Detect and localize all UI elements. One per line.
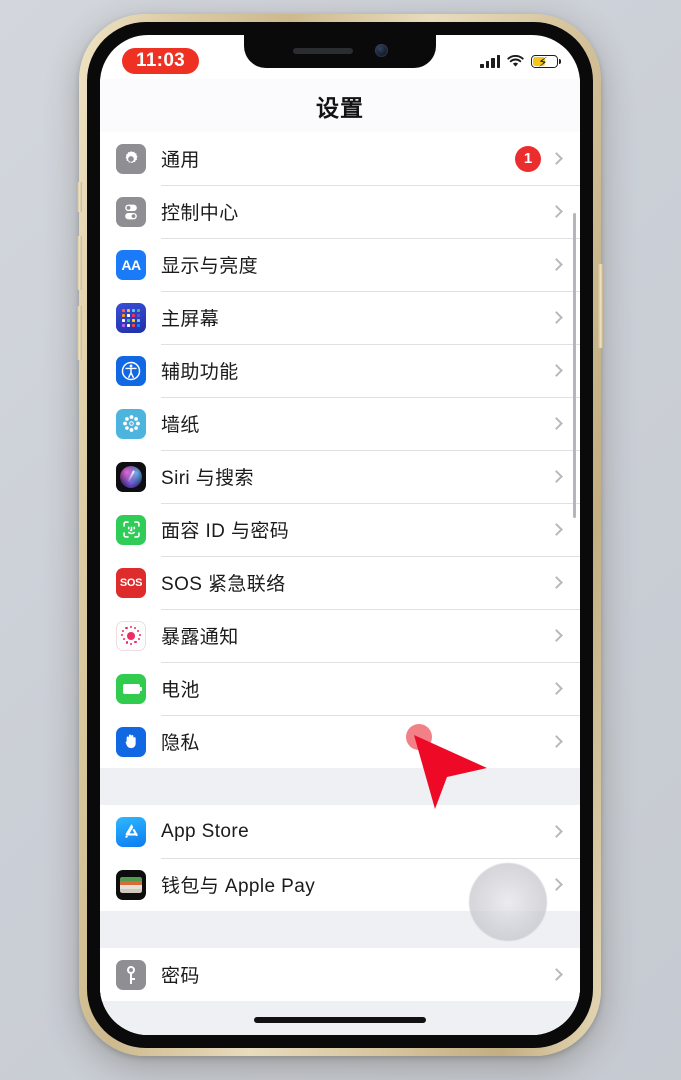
volume-down-button[interactable] xyxy=(77,306,82,360)
sidebar-item-control-center[interactable]: 控制中心 xyxy=(100,185,580,238)
sidebar-item-label: 密码 xyxy=(161,966,200,987)
sidebar-item-siri-search[interactable]: Siri 与搜索 xyxy=(100,450,580,503)
sidebar-item-label: 辅助功能 xyxy=(161,362,239,383)
face-id-icon xyxy=(116,514,146,545)
sidebar-item-label: 墙纸 xyxy=(161,415,200,436)
chevron-right-icon xyxy=(550,258,563,271)
sos-icon: SOS xyxy=(116,567,146,598)
sidebar-item-label: 主屏幕 xyxy=(161,309,220,330)
battery-charging-icon: ⚡ xyxy=(531,54,562,69)
sidebar-item-home-screen[interactable]: 主屏幕 xyxy=(100,291,580,344)
sidebar-item-label: Siri 与搜索 xyxy=(161,468,254,489)
sidebar-item-exposure-notifications[interactable]: 暴露通知 xyxy=(100,609,580,662)
recording-time-pill[interactable]: 11:03 xyxy=(122,48,200,74)
row-accessories xyxy=(550,682,580,695)
row-accessories xyxy=(550,576,580,589)
exposure-notification-icon xyxy=(116,620,146,651)
wallet-icon xyxy=(116,869,146,900)
chevron-right-icon xyxy=(550,682,563,695)
home-screen-icon xyxy=(116,302,146,333)
earpiece-speaker-icon xyxy=(292,47,353,54)
page-title: 设置 xyxy=(316,94,364,121)
status-icons: ⚡ xyxy=(480,54,562,69)
assistive-touch-button[interactable] xyxy=(469,863,547,941)
chevron-right-icon xyxy=(550,629,563,642)
front-camera-icon xyxy=(374,44,388,57)
sidebar-item-app-store[interactable]: App Store xyxy=(100,805,580,858)
chevron-right-icon xyxy=(550,523,563,536)
sidebar-item-accessibility[interactable]: 辅助功能 xyxy=(100,344,580,397)
chevron-right-icon xyxy=(550,470,563,483)
sidebar-item-face-id-passcode[interactable]: 面容 ID 与密码 xyxy=(100,503,580,556)
sidebar-item-passwords[interactable]: 密码 xyxy=(100,948,580,1001)
home-indicator[interactable] xyxy=(254,1017,426,1023)
cellular-signal-icon xyxy=(480,55,500,68)
sidebar-item-privacy[interactable]: 隐私 xyxy=(100,715,580,768)
device-bezel: 11:03 ⚡ 设置 通用 1 控制中心 AA 显示与亮度 主屏幕 辅助功能 墙… xyxy=(87,22,593,1048)
row-accessories xyxy=(550,735,580,748)
chevron-right-icon xyxy=(550,878,563,891)
chevron-right-icon xyxy=(550,735,563,748)
row-accessories xyxy=(550,825,580,838)
sidebar-item-label: 暴露通知 xyxy=(161,627,239,648)
sidebar-item-battery[interactable]: 电池 xyxy=(100,662,580,715)
sidebar-item-label: 隐私 xyxy=(161,733,200,754)
row-accessories xyxy=(550,523,580,536)
wifi-icon xyxy=(507,55,524,67)
row-accessories xyxy=(550,878,580,891)
notch xyxy=(244,35,436,68)
sidebar-item-wallpaper[interactable]: 墙纸 xyxy=(100,397,580,450)
settings-group-passwords: 密码 xyxy=(100,948,580,1001)
sidebar-item-label: 控制中心 xyxy=(161,203,239,224)
passwords-key-icon xyxy=(116,959,146,990)
sidebar-item-general[interactable]: 通用 1 xyxy=(100,132,580,185)
chevron-right-icon xyxy=(550,576,563,589)
control-center-icon xyxy=(116,196,146,227)
chevron-right-icon xyxy=(550,152,563,165)
row-accessories xyxy=(550,629,580,642)
sidebar-item-display-brightness[interactable]: AA 显示与亮度 xyxy=(100,238,580,291)
chevron-right-icon xyxy=(550,205,563,218)
app-store-icon xyxy=(116,816,146,847)
sidebar-item-label: 通用 xyxy=(161,150,200,171)
row-accessories: 1 xyxy=(515,145,580,172)
gear-icon xyxy=(116,143,146,174)
sidebar-item-label: App Store xyxy=(161,820,250,842)
row-accessories xyxy=(550,968,580,981)
mute-switch[interactable] xyxy=(77,182,82,212)
status-badge: 1 xyxy=(515,145,541,172)
siri-icon xyxy=(116,461,146,492)
wallpaper-icon xyxy=(116,408,146,439)
sidebar-item-label: 显示与亮度 xyxy=(161,256,259,277)
chevron-right-icon xyxy=(550,417,563,430)
chevron-right-icon xyxy=(550,364,563,377)
settings-group-system: 通用 1 控制中心 AA 显示与亮度 主屏幕 辅助功能 墙纸 Siri 与搜索 … xyxy=(100,132,580,768)
sidebar-item-emergency-sos[interactable]: SOS SOS 紧急联络 xyxy=(100,556,580,609)
chevron-right-icon xyxy=(550,825,563,838)
iphone-device-frame: 11:03 ⚡ 设置 通用 1 控制中心 AA 显示与亮度 主屏幕 辅助功能 墙… xyxy=(77,14,603,1056)
accessibility-icon xyxy=(116,355,146,386)
display-brightness-icon: AA xyxy=(116,249,146,280)
volume-up-button[interactable] xyxy=(77,236,82,290)
scroll-indicator[interactable] xyxy=(573,213,576,518)
chevron-right-icon xyxy=(550,311,563,324)
sidebar-item-label: 电池 xyxy=(161,680,200,701)
privacy-hand-icon xyxy=(116,726,146,757)
section-gap xyxy=(100,768,580,805)
sidebar-item-label: SOS 紧急联络 xyxy=(161,574,286,595)
navigation-bar: 设置 xyxy=(100,79,580,132)
chevron-right-icon xyxy=(550,968,563,981)
phone-screen: 11:03 ⚡ 设置 通用 1 控制中心 AA 显示与亮度 主屏幕 辅助功能 墙… xyxy=(100,35,580,1035)
power-button[interactable] xyxy=(598,264,603,348)
battery-icon xyxy=(116,673,146,704)
sidebar-item-label: 面容 ID 与密码 xyxy=(161,521,290,542)
